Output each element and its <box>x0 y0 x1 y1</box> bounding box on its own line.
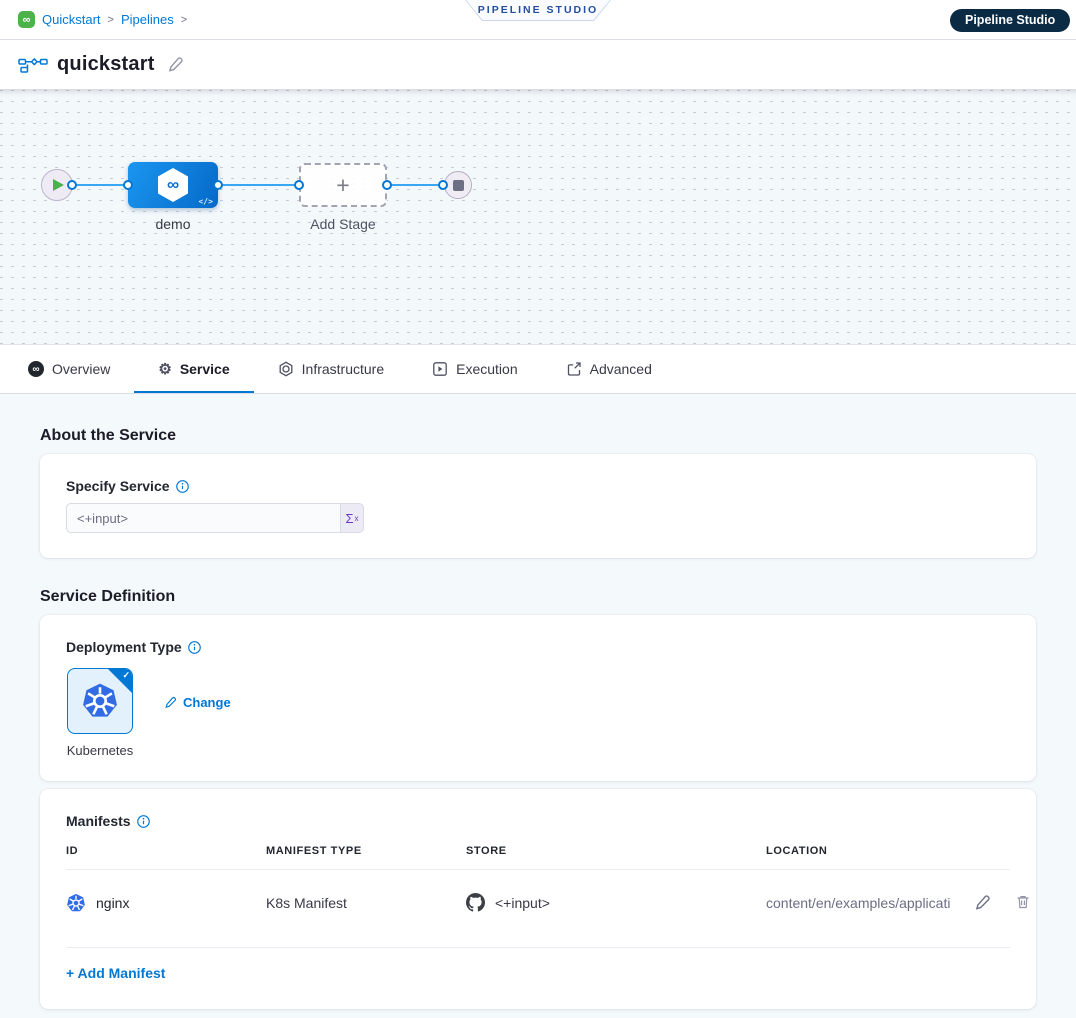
breadcrumb-separator: > <box>181 14 187 26</box>
overview-icon: ∞ <box>28 361 44 377</box>
manifests-card: Manifests ID MANIFEST TYPE STORE LOCATIO… <box>40 789 1036 1009</box>
col-store: STORE <box>466 845 766 857</box>
code-icon: </> <box>199 197 213 206</box>
tab-advanced-label: Advanced <box>590 361 652 377</box>
tab-overview-label: Overview <box>52 361 110 377</box>
service-tab-content: About the Service Specify Service <+inpu… <box>0 394 1076 1018</box>
top-header-bar: ∞ Quickstart > Pipelines > PIPELINE STUD… <box>0 0 1076 40</box>
connector-port[interactable] <box>438 180 448 190</box>
pipeline-studio-banner: PIPELINE STUDIO <box>465 0 611 21</box>
specify-service-label: Specify Service <box>66 478 170 494</box>
manifest-row: nginx K8s Manifest <+input> content/en/e… <box>66 870 1010 935</box>
stage-node-label: demo <box>128 216 218 232</box>
connector-port[interactable] <box>213 180 223 190</box>
col-manifest-type: MANIFEST TYPE <box>266 845 466 857</box>
deployment-type-kubernetes-tile[interactable]: ✓ <box>67 668 133 734</box>
advanced-icon <box>566 361 582 377</box>
tab-execution-label: Execution <box>456 361 517 377</box>
execution-icon <box>432 361 448 377</box>
connector-port[interactable] <box>67 180 77 190</box>
tab-execution[interactable]: Execution <box>408 345 541 393</box>
pencil-icon <box>164 696 177 709</box>
tab-infrastructure[interactable]: Infrastructure <box>254 345 408 393</box>
check-icon: ✓ <box>122 670 130 681</box>
sigma-sup-glyph: x <box>355 514 359 523</box>
breadcrumb-project[interactable]: Quickstart <box>42 12 101 27</box>
divider <box>66 947 1010 948</box>
info-icon[interactable] <box>176 480 189 493</box>
harness-stage-icon: ∞ <box>158 168 188 202</box>
delete-manifest-icon[interactable] <box>1015 894 1031 911</box>
tab-service[interactable]: ⚙ Service <box>134 345 253 393</box>
manifest-id: nginx <box>96 895 129 911</box>
kubernetes-caption: Kubernetes <box>67 743 134 758</box>
col-id: ID <box>66 845 266 857</box>
col-location: LOCATION <box>766 845 1010 857</box>
kubernetes-icon <box>66 893 86 913</box>
pipeline-studio-button[interactable]: Pipeline Studio <box>950 9 1070 32</box>
breadcrumb: ∞ Quickstart > Pipelines > <box>18 11 187 28</box>
edit-manifest-icon[interactable] <box>974 894 991 911</box>
connector-line <box>218 184 300 186</box>
about-service-card: Specify Service <+input> Σx <box>40 454 1036 558</box>
pipeline-canvas[interactable]: ∞ </> demo + Add Stage <box>0 90 1076 345</box>
tab-service-label: Service <box>180 361 230 377</box>
project-icon: ∞ <box>18 11 35 28</box>
info-icon[interactable] <box>137 815 150 828</box>
manifest-type: K8s Manifest <box>266 895 466 911</box>
edit-pipeline-name-icon[interactable] <box>167 56 184 73</box>
add-manifest-link[interactable]: + Add Manifest <box>66 965 1010 981</box>
specify-service-input[interactable]: <+input> <box>66 503 340 533</box>
pipeline-studio-banner-label: PIPELINE STUDIO <box>466 0 610 20</box>
connector-port[interactable] <box>382 180 392 190</box>
pipeline-end-node[interactable] <box>444 171 472 199</box>
service-definition-heading: Service Definition <box>40 588 1036 606</box>
stage-node-demo[interactable]: ∞ </> <box>128 162 218 208</box>
service-definition-card: Deployment Type <box>40 615 1036 781</box>
manifest-store: <+input> <box>495 895 550 911</box>
infrastructure-icon <box>278 361 294 377</box>
connector-port[interactable] <box>123 180 133 190</box>
connector-line <box>387 184 444 186</box>
service-gear-icon: ⚙ <box>158 362 171 377</box>
add-stage-label: Add Stage <box>299 216 387 232</box>
tab-advanced[interactable]: Advanced <box>542 345 676 393</box>
manifests-label: Manifests <box>66 813 131 829</box>
play-icon <box>53 179 64 191</box>
expression-sigma-button[interactable]: Σx <box>340 503 364 533</box>
info-icon[interactable] <box>188 641 201 654</box>
change-deployment-type-link[interactable]: Change <box>164 695 231 710</box>
manifests-table-header: ID MANIFEST TYPE STORE LOCATION <box>66 845 1010 857</box>
change-label: Change <box>183 695 231 710</box>
about-service-heading: About the Service <box>40 427 1036 445</box>
connector-port[interactable] <box>294 180 304 190</box>
breadcrumb-separator: > <box>108 14 114 26</box>
tab-overview[interactable]: ∞ Overview <box>4 345 134 393</box>
page-title: quickstart <box>57 53 155 76</box>
pipeline-icon <box>18 56 48 74</box>
breadcrumb-pipelines[interactable]: Pipelines <box>121 12 174 27</box>
stage-tabs: ∞ Overview ⚙ Service Infrastructure Exec… <box>0 345 1076 394</box>
add-stage-node[interactable]: + <box>299 163 387 207</box>
deployment-type-label: Deployment Type <box>66 639 182 655</box>
pipeline-title-bar: quickstart VISUAL YAML <box>0 40 1076 90</box>
manifest-location: content/en/examples/applicati <box>766 895 950 911</box>
tab-infrastructure-label: Infrastructure <box>302 361 384 377</box>
sigma-glyph: Σ <box>345 511 353 526</box>
github-icon <box>466 893 485 912</box>
stop-icon <box>453 180 464 191</box>
